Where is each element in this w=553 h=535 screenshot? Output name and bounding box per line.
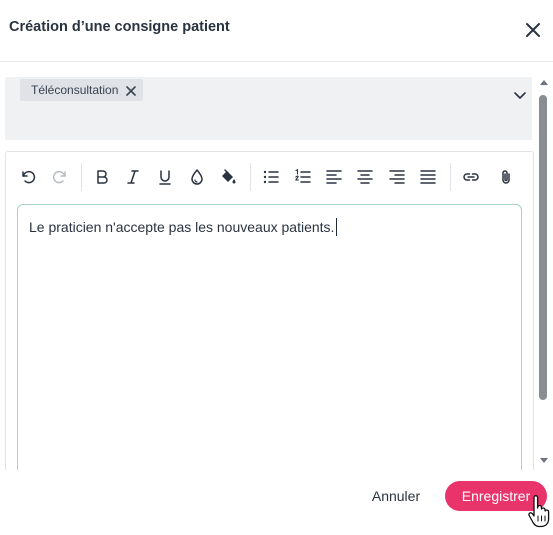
italic-icon[interactable] bbox=[123, 167, 143, 187]
text-caret bbox=[336, 218, 338, 236]
toolbar-divider bbox=[81, 163, 82, 191]
editor-toolbar bbox=[6, 152, 533, 200]
droplet-icon[interactable] bbox=[187, 167, 207, 187]
close-icon[interactable] bbox=[126, 85, 137, 96]
numbered-list-icon[interactable] bbox=[293, 167, 313, 187]
tag-select[interactable]: Téléconsultation bbox=[5, 77, 532, 140]
editor-text: Le praticien n'accepte pas les nouveaux … bbox=[29, 218, 338, 236]
close-icon[interactable] bbox=[523, 20, 543, 40]
tag-chip-label: Téléconsultation bbox=[31, 83, 119, 97]
save-button[interactable]: Enregistrer bbox=[445, 481, 547, 511]
redo-icon[interactable] bbox=[50, 167, 70, 187]
editor-content-area[interactable]: Le praticien n'accepte pas les nouveaux … bbox=[17, 204, 522, 470]
align-right-icon[interactable] bbox=[387, 167, 407, 187]
dialog-body: Téléconsultation Le praticien n'accepte … bbox=[0, 62, 553, 470]
toolbar-divider bbox=[250, 163, 251, 191]
align-justify-icon[interactable] bbox=[418, 167, 438, 187]
paint-bucket-icon[interactable] bbox=[218, 167, 238, 187]
dialog-footer: Annuler Enregistrer bbox=[0, 470, 553, 535]
bullet-list-icon[interactable] bbox=[261, 167, 281, 187]
cancel-button[interactable]: Annuler bbox=[360, 481, 432, 511]
scrollbar-thumb[interactable] bbox=[539, 95, 547, 400]
undo-icon[interactable] bbox=[18, 167, 38, 187]
underline-icon[interactable] bbox=[155, 167, 175, 187]
bold-icon[interactable] bbox=[92, 167, 112, 187]
toolbar-divider bbox=[450, 163, 451, 191]
rich-text-editor: Le praticien n'accepte pas les nouveaux … bbox=[5, 151, 534, 470]
vertical-scrollbar[interactable] bbox=[538, 77, 549, 469]
align-left-icon[interactable] bbox=[324, 167, 344, 187]
chevron-down-icon[interactable] bbox=[513, 88, 527, 102]
paperclip-icon[interactable] bbox=[496, 167, 516, 187]
link-icon[interactable] bbox=[461, 167, 481, 187]
tag-chip: Téléconsultation bbox=[20, 79, 144, 101]
scroll-up-arrow-icon[interactable] bbox=[540, 80, 548, 85]
dialog-header: Création d’une consigne patient bbox=[0, 0, 553, 62]
dialog-title: Création d’une consigne patient bbox=[9, 19, 230, 35]
scroll-down-arrow-icon[interactable] bbox=[540, 458, 548, 463]
align-center-icon[interactable] bbox=[355, 167, 375, 187]
